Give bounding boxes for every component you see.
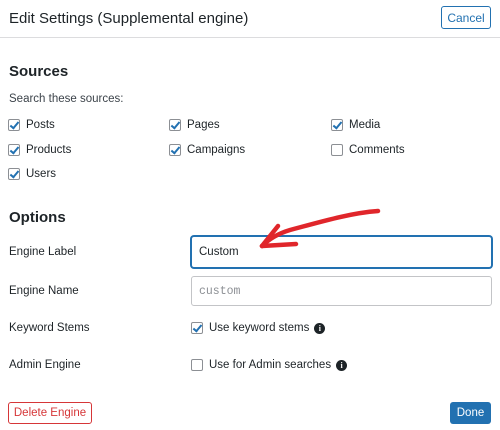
source-label: Comments bbox=[349, 144, 405, 156]
info-icon[interactable]: i bbox=[336, 359, 348, 371]
checkbox-checked-icon[interactable] bbox=[169, 119, 181, 131]
source-campaigns-checkbox[interactable]: Campaigns bbox=[169, 144, 245, 156]
checkbox-checked-icon[interactable] bbox=[191, 322, 203, 334]
admin-engine-label: Admin Engine bbox=[9, 359, 81, 371]
engine-label-input[interactable]: Custom bbox=[191, 236, 492, 268]
source-label: Posts bbox=[26, 119, 55, 131]
engine-name-input: custom bbox=[191, 276, 492, 306]
admin-engine-checkbox[interactable]: Use for Admin searches i bbox=[191, 359, 348, 371]
checkbox-checked-icon[interactable] bbox=[8, 144, 20, 156]
keyword-stems-checkbox[interactable]: Use keyword stems i bbox=[191, 322, 326, 334]
modal-title: Edit Settings (Supplemental engine) bbox=[9, 10, 249, 27]
checkbox-unchecked-icon[interactable] bbox=[331, 144, 343, 156]
source-label: Products bbox=[26, 144, 72, 156]
keyword-stems-label: Keyword Stems bbox=[9, 322, 90, 334]
engine-label-label: Engine Label bbox=[9, 246, 77, 258]
source-users-checkbox[interactable]: Users bbox=[8, 168, 56, 180]
source-media-checkbox[interactable]: Media bbox=[331, 119, 380, 131]
source-posts-checkbox[interactable]: Posts bbox=[8, 119, 55, 131]
checkbox-unchecked-icon[interactable] bbox=[191, 359, 203, 371]
info-icon[interactable]: i bbox=[314, 322, 326, 334]
done-button[interactable]: Done bbox=[450, 402, 491, 424]
source-comments-checkbox[interactable]: Comments bbox=[331, 144, 405, 156]
source-label: Media bbox=[349, 119, 381, 131]
source-label: Campaigns bbox=[187, 144, 246, 156]
engine-name-value: custom bbox=[199, 284, 241, 298]
sources-description: Search these sources: bbox=[9, 93, 124, 105]
modal-header: Edit Settings (Supplemental engine) Canc… bbox=[0, 0, 500, 38]
source-products-checkbox[interactable]: Products bbox=[8, 144, 71, 156]
checkbox-checked-icon[interactable] bbox=[331, 119, 343, 131]
keyword-stems-checkbox-label: Use keyword stems bbox=[209, 322, 310, 334]
cancel-button[interactable]: Cancel bbox=[441, 6, 491, 29]
sources-heading: Sources bbox=[9, 63, 69, 80]
checkbox-checked-icon[interactable] bbox=[8, 119, 20, 131]
admin-engine-checkbox-label: Use for Admin searches bbox=[209, 359, 332, 371]
engine-name-label: Engine Name bbox=[9, 285, 79, 297]
source-label: Users bbox=[26, 168, 57, 180]
source-pages-checkbox[interactable]: Pages bbox=[169, 119, 220, 131]
source-label: Pages bbox=[187, 119, 220, 131]
options-heading: Options bbox=[9, 209, 66, 226]
checkbox-checked-icon[interactable] bbox=[8, 168, 20, 180]
checkbox-checked-icon[interactable] bbox=[169, 144, 181, 156]
engine-label-value: Custom bbox=[199, 246, 239, 258]
delete-engine-button[interactable]: Delete Engine bbox=[8, 402, 92, 424]
